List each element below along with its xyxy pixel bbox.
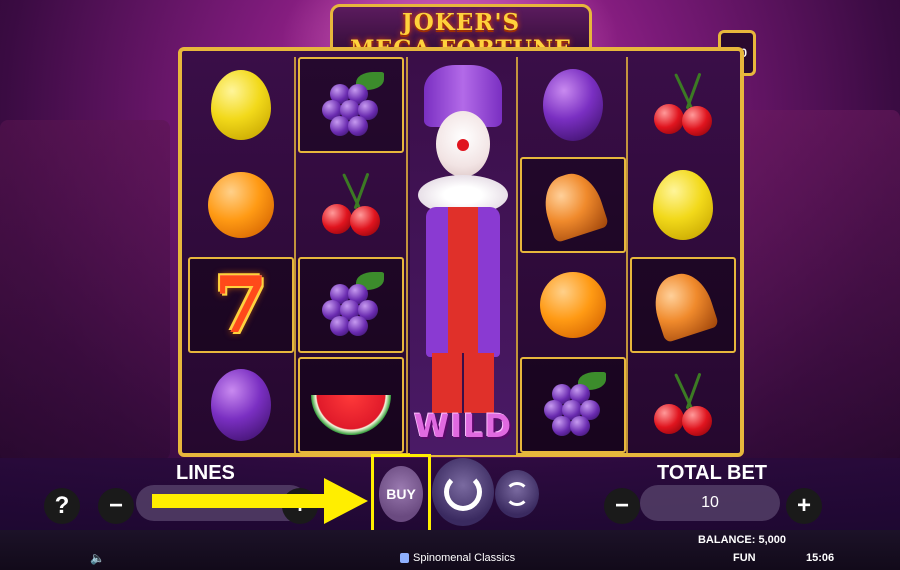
cherries-icon [648,370,718,440]
clock: 15:06 [806,552,835,564]
symbol-bell [520,157,626,253]
reel-divider [516,57,518,455]
lemon-icon [211,70,271,140]
sound-icon[interactable]: 🔈 [90,551,105,565]
reel-3: WILD [410,57,516,455]
symbol-lemon [188,57,294,153]
symbol-orange [520,257,626,353]
joker-legs-icon [432,353,494,413]
symbol-seven: 7 [188,257,294,353]
total-bet-value: 10 [701,494,719,511]
balance-display: BALANCE: 5,000 [697,534,786,546]
orange-icon [540,272,606,338]
provider-branding: Spinomenal Classics [400,552,515,564]
annotation-arrow-shaft [152,494,330,508]
reel-divider [294,57,296,455]
symbol-cherries [630,57,736,153]
spin-icon [444,473,482,511]
logo-title-line1: JOKER'S [401,9,521,36]
status-bar: 🔈 Spinomenal Classics BALANCE: 5,000 FUN… [0,530,900,570]
buy-button-highlight [371,454,431,534]
game-mode: FUN [733,552,756,564]
annotation-arrow-icon [324,478,368,524]
plum-icon [211,369,271,441]
watermelon-icon [311,395,391,435]
symbol-grapes [298,257,404,353]
provider-name: Spinomenal Classics [413,552,516,564]
bet-increase-button[interactable]: + [786,488,822,524]
grapes-icon [316,270,386,340]
lines-label: LINES [176,462,235,484]
symbol-cherries [630,357,736,453]
cherries-icon [648,70,718,140]
background-slot-machine-left [0,120,170,460]
symbol-grapes [298,57,404,153]
autoplay-icon [505,482,529,506]
symbol-plum [188,357,294,453]
bell-icon [646,266,720,344]
symbol-cherries [298,157,404,253]
background-slot-machine-right [730,110,900,460]
reel-2 [298,57,404,455]
reel-frame: 7 WILD [178,47,744,457]
reel-5 [630,57,736,455]
grapes-icon [316,70,386,140]
autoplay-button[interactable] [495,470,539,518]
orange-icon [208,172,274,238]
cherries-icon [316,170,386,240]
total-bet-label: TOTAL BET [657,462,767,484]
symbol-orange [188,157,294,253]
total-bet-display: 10 [640,485,780,521]
lemon-icon [653,170,713,240]
seven-icon: 7 [213,259,269,351]
bet-decrease-button[interactable]: − [604,488,640,524]
symbol-plum [520,57,626,153]
symbol-watermelon [298,357,404,453]
symbol-lemon [630,157,736,253]
grapes-icon [538,370,608,440]
symbol-grapes [520,357,626,453]
symbol-bell [630,257,736,353]
spin-button[interactable] [432,458,494,526]
joker-body-icon [426,207,500,357]
plum-icon [543,69,603,141]
bell-icon [536,166,610,244]
spinomenal-logo-icon [400,553,409,563]
reel-divider [406,57,408,455]
wild-label: WILD [413,407,513,445]
clown-nose-icon [457,139,469,151]
help-button[interactable]: ? [44,488,80,524]
joker-wild-symbol: WILD [410,57,516,455]
reel-4 [520,57,626,455]
reel-1: 7 [188,57,294,455]
lines-decrease-button[interactable]: − [98,488,134,524]
reel-divider [626,57,628,455]
